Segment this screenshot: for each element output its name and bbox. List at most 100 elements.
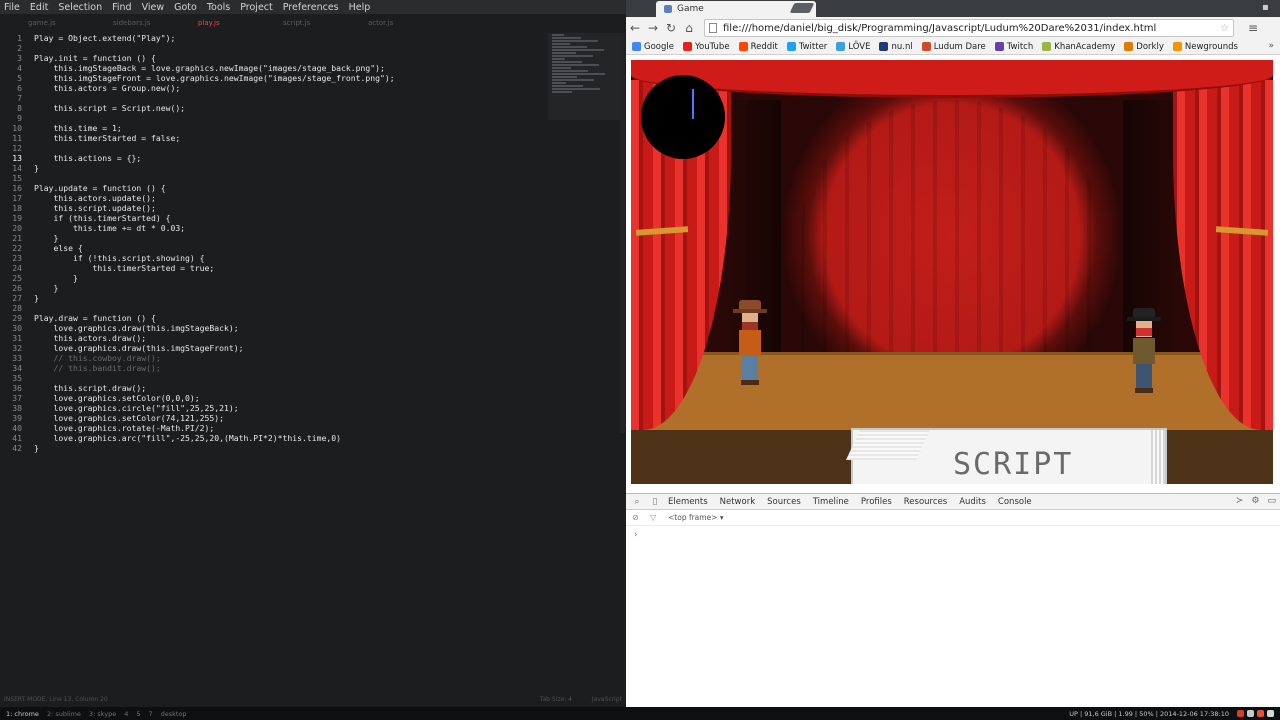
bookmark-favicon-icon — [1124, 42, 1134, 51]
minimap-line — [552, 40, 598, 42]
script-card[interactable]: SCRIPT — [846, 428, 1167, 484]
bookmark-label: Reddit — [750, 41, 778, 52]
line-number: 6 — [17, 83, 22, 93]
stage-floor — [631, 352, 1273, 430]
console-prompt[interactable]: › — [626, 526, 1280, 544]
settings-gear-icon[interactable]: ⚙ — [1251, 496, 1259, 506]
menu-find[interactable]: Find — [112, 2, 131, 13]
menu-tools[interactable]: Tools — [207, 2, 230, 13]
devtools-tab-profiles[interactable]: Profiles — [861, 497, 892, 507]
devtools-tab-resources[interactable]: Resources — [904, 497, 947, 507]
workspace-6[interactable]: 7 — [148, 710, 152, 718]
devtools-tab-console[interactable]: Console — [998, 497, 1032, 507]
bookmark-label: Newgrounds — [1184, 41, 1238, 52]
line-number: 3 — [17, 53, 22, 63]
url-text: file:///home/daniel/big_disk/Programming… — [723, 22, 1157, 34]
bookmark-khanacademy[interactable]: KhanAcademy — [1042, 42, 1115, 52]
bookmarks-overflow-icon[interactable]: » — [1268, 41, 1274, 51]
drawer-toggle-icon[interactable]: ≻ — [1236, 496, 1244, 506]
bookmark-star-icon[interactable]: ☆ — [1220, 23, 1229, 34]
window-control-icon[interactable]: ▪ — [1262, 3, 1272, 13]
devtools-controls: ≻ ⚙ ▭ — [1236, 496, 1276, 506]
workspace-7[interactable]: desktop — [161, 710, 187, 718]
bookmark-youtube[interactable]: YouTube — [682, 42, 730, 52]
editor-tab[interactable]: sidebars.js — [85, 15, 170, 31]
page-info-icon[interactable] — [709, 23, 717, 33]
editor-tab[interactable]: game.js — [0, 15, 85, 31]
filter-icon[interactable]: ▽ — [650, 513, 660, 522]
devtools-tab-network[interactable]: Network — [720, 497, 756, 507]
bookmark-google[interactable]: Google — [632, 42, 674, 52]
dock-side-icon[interactable]: ▭ — [1267, 496, 1276, 506]
menu-project[interactable]: Project — [240, 2, 273, 13]
stage-floor-edge — [631, 352, 1273, 355]
code-line: 32 love.graphics.draw(this.imgStageFront… — [0, 343, 548, 353]
devtools-tab-timeline[interactable]: Timeline — [813, 497, 849, 507]
game-canvas[interactable]: SCRIPT — [631, 60, 1273, 484]
forward-arrow-icon[interactable]: → — [644, 19, 662, 37]
minimap-line — [552, 49, 604, 51]
address-bar[interactable]: file:///home/daniel/big_disk/Programming… — [704, 19, 1234, 37]
editor-tab[interactable]: script.js — [255, 15, 340, 31]
back-arrow-icon[interactable]: ← — [626, 19, 644, 37]
menu-view[interactable]: View — [142, 2, 165, 13]
bookmark-reddit[interactable]: Reddit — [738, 41, 778, 52]
line-number: 13 — [12, 153, 22, 163]
code-area[interactable]: 1 Play = Object.extend("Play"); 2 3 Play.ini… — [0, 33, 548, 473]
bookmark-l-ve[interactable]: LÖVE — [836, 42, 870, 52]
line-number: 40 — [12, 423, 22, 433]
line-number: 38 — [12, 403, 22, 413]
devtools-tab-audits[interactable]: Audits — [959, 497, 986, 507]
devtools-tab-sources[interactable]: Sources — [767, 497, 801, 507]
frame-selector[interactable]: <top frame> ▾ — [668, 513, 724, 522]
devtools-tab-elements[interactable]: Elements — [668, 497, 708, 507]
tray-icon-1[interactable] — [1237, 710, 1244, 717]
workspace-2[interactable]: 2: sublime — [47, 710, 81, 718]
editor-tab[interactable]: play.js — [170, 15, 255, 31]
inspect-icon[interactable]: ⌕ — [632, 497, 642, 507]
workspace-3[interactable]: 3: skype — [89, 710, 116, 718]
reload-icon[interactable]: ↻ — [662, 19, 680, 37]
menu-goto[interactable]: Goto — [174, 2, 197, 13]
bookmark-twitter[interactable]: Twitter — [786, 42, 827, 52]
editor-minimap[interactable] — [548, 33, 620, 120]
editor-tab-size[interactable]: Tab Size: 4 — [540, 694, 572, 706]
code-line: 31 this.actors.draw(); — [0, 333, 548, 343]
line-code: love.graphics.setColor(74,121,255); — [34, 413, 225, 423]
menu-preferences[interactable]: Preferences — [283, 2, 339, 13]
line-number: 12 — [12, 143, 22, 153]
menu-help[interactable]: Help — [349, 2, 371, 13]
bandit-sprite — [1127, 308, 1161, 398]
home-icon[interactable]: ⌂ — [680, 19, 698, 37]
workspace-1[interactable]: 1: chrome — [6, 710, 39, 718]
editor-menubar: File Edit Selection Find View Goto Tools Projec… — [0, 0, 626, 14]
line-code: } — [34, 233, 59, 243]
bookmark-ludum-dare[interactable]: Ludum Dare — [921, 42, 986, 52]
code-line: 15 — [0, 173, 548, 183]
device-mode-icon[interactable]: ▯ — [650, 497, 660, 507]
bookmark-newgrounds[interactable]: Newgrounds — [1172, 41, 1238, 52]
clear-console-icon[interactable]: ⊘ — [632, 513, 642, 522]
line-code: this.timerStarted = false; — [34, 133, 181, 143]
code-line: 13 this.actions = {}; — [0, 153, 548, 163]
code-line: 33 // this.cowboy.draw(); — [0, 353, 548, 363]
code-line: 28 — [0, 303, 548, 313]
menu-selection[interactable]: Selection — [58, 2, 102, 13]
editor-scrollbar[interactable] — [620, 33, 625, 433]
workspace-4[interactable]: 4 — [124, 710, 128, 718]
tray-icon-2[interactable] — [1247, 710, 1254, 717]
tray-icon-3[interactable] — [1257, 710, 1264, 717]
menu-edit[interactable]: Edit — [30, 2, 48, 13]
bookmark-dorkly[interactable]: Dorkly — [1124, 42, 1164, 52]
bookmark-twitch[interactable]: Twitch — [994, 42, 1033, 52]
workspace-5[interactable]: 5 — [136, 710, 140, 718]
editor-syntax[interactable]: JavaScript — [592, 694, 622, 706]
bookmark-nu-nl[interactable]: nu.nl — [879, 42, 913, 52]
line-number: 39 — [12, 413, 22, 423]
line-number: 5 — [17, 73, 22, 83]
browser-menu-icon[interactable]: ≡ — [1248, 21, 1258, 35]
tray-icon-4[interactable] — [1267, 710, 1274, 717]
menu-file[interactable]: File — [4, 2, 20, 13]
editor-tab[interactable]: actor.js — [340, 15, 425, 31]
